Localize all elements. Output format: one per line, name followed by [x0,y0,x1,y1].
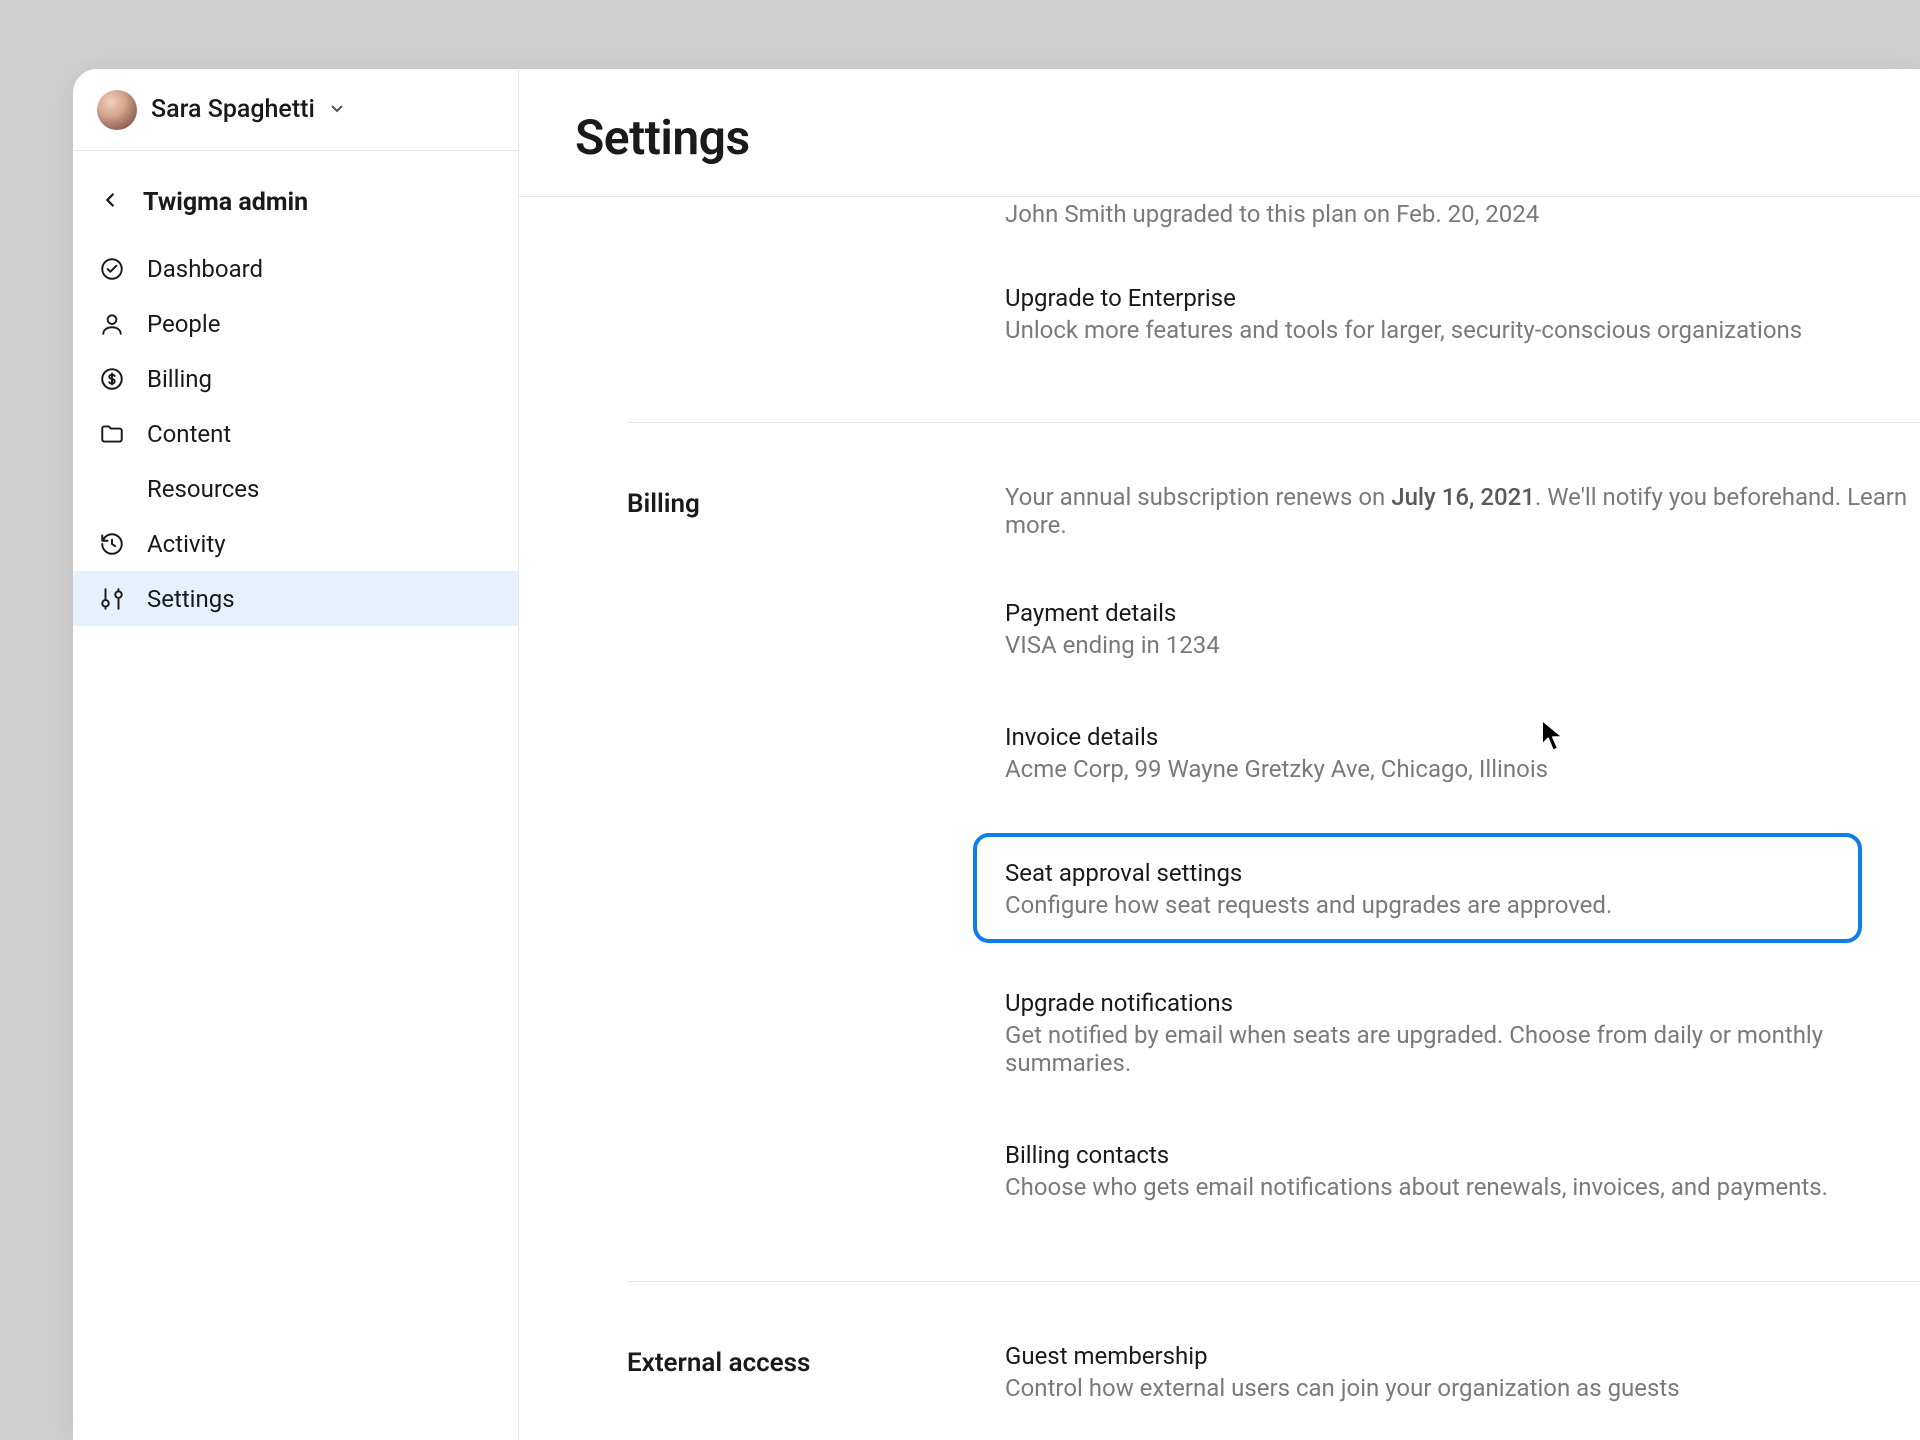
upgrade-to-enterprise[interactable]: Upgrade to Enterprise Unlock more featur… [1005,284,1920,344]
sidebar-item-settings[interactable]: Settings [73,571,518,626]
billing-item-seat-approval-settings[interactable]: Seat approval settings Configure how sea… [973,833,1862,943]
sidebar-item-label: Billing [147,365,212,393]
person-icon [99,311,125,337]
item-desc: Get notified by email when seats are upg… [1005,1021,1920,1077]
upgrade-title: Upgrade to Enterprise [1005,284,1920,312]
plan-section: John Smith upgraded to this plan on Feb.… [627,197,1920,344]
item-title: Upgrade notifications [1005,989,1920,1017]
admin-label: Twigma admin [143,188,308,217]
item-title: Payment details [1005,599,1920,627]
chevron-down-icon [329,100,345,120]
billing-item-billing-contacts[interactable]: Billing contacts Choose who gets email n… [1005,1135,1920,1207]
item-desc: Configure how seat requests and upgrades… [1005,891,1830,919]
billing-section: Billing Your annual subscription renews … [627,422,1920,1281]
sidebar-item-label: People [147,310,220,338]
content-scroll[interactable]: John Smith upgraded to this plan on Feb.… [519,197,1920,1440]
billing-item-payment-details[interactable]: Payment details VISA ending in 1234 [1005,593,1920,665]
sidebar-item-dashboard[interactable]: Dashboard [73,241,518,296]
sidebar-item-label: Activity [147,530,226,558]
sidebar-item-label: Dashboard [147,255,263,283]
dollar-circle-icon [99,366,125,392]
item-title: Invoice details [1005,723,1920,751]
sidebar: Sara Spaghetti Twigma admin Dashboard [73,69,519,1440]
billing-item-invoice-details[interactable]: Invoice details Acme Corp, 99 Wayne Gret… [1005,717,1920,789]
user-name: Sara Spaghetti [151,95,315,124]
sidebar-item-activity[interactable]: Activity [73,516,518,571]
sidebar-item-content[interactable]: Content [73,406,518,461]
user-menu[interactable]: Sara Spaghetti [73,69,518,151]
sidebar-item-people[interactable]: People [73,296,518,351]
item-desc: Acme Corp, 99 Wayne Gretzky Ave, Chicago… [1005,755,1920,783]
admin-back[interactable]: Twigma admin [73,177,518,227]
folder-icon [99,421,125,447]
section-label-billing: Billing [627,483,1005,1207]
page-title: Settings [575,109,1864,166]
check-circle-icon [99,256,125,282]
sliders-icon [99,586,125,612]
sidebar-item-billing[interactable]: Billing [73,351,518,406]
external-access-section: External access Guest membership Control… [627,1281,1920,1440]
renewal-prefix: Your annual subscription renews on [1005,483,1391,511]
item-desc: Choose who gets email notifications abou… [1005,1173,1920,1201]
item-desc: VISA ending in 1234 [1005,631,1920,659]
chevron-left-icon [99,189,121,215]
section-label-external: External access [627,1342,1005,1440]
item-desc: Control how external users can join your… [1005,1374,1920,1402]
spacer-icon [99,476,125,502]
avatar [97,90,137,130]
main: Settings John Smith upgraded to this pla… [519,69,1920,1440]
plan-history-line: John Smith upgraded to this plan on Feb.… [1005,200,1920,228]
main-header: Settings [519,69,1920,197]
renewal-suffix: . We'll notify you beforehand. [1535,483,1847,511]
sidebar-nav: Twigma admin Dashboard People [73,151,518,626]
upgrade-desc: Unlock more features and tools for large… [1005,316,1920,344]
item-title: Guest membership [1005,1342,1920,1370]
history-icon [99,531,125,557]
item-title: Seat approval settings [1005,859,1830,887]
sidebar-item-resources[interactable]: Resources [73,461,518,516]
sidebar-item-label: Resources [147,475,259,503]
billing-item-upgrade-notifications[interactable]: Upgrade notifications Get notified by em… [1005,983,1920,1083]
external-item-guest-membership[interactable]: Guest membership Control how external us… [1005,1342,1920,1408]
renewal-line: Your annual subscription renews on July … [1005,483,1920,539]
sidebar-item-label: Content [147,420,231,448]
sidebar-item-label: Settings [147,585,235,613]
app-frame: Sara Spaghetti Twigma admin Dashboard [73,69,1920,1440]
item-title: Billing contacts [1005,1141,1920,1169]
renewal-date: July 16, 2021 [1391,483,1535,511]
